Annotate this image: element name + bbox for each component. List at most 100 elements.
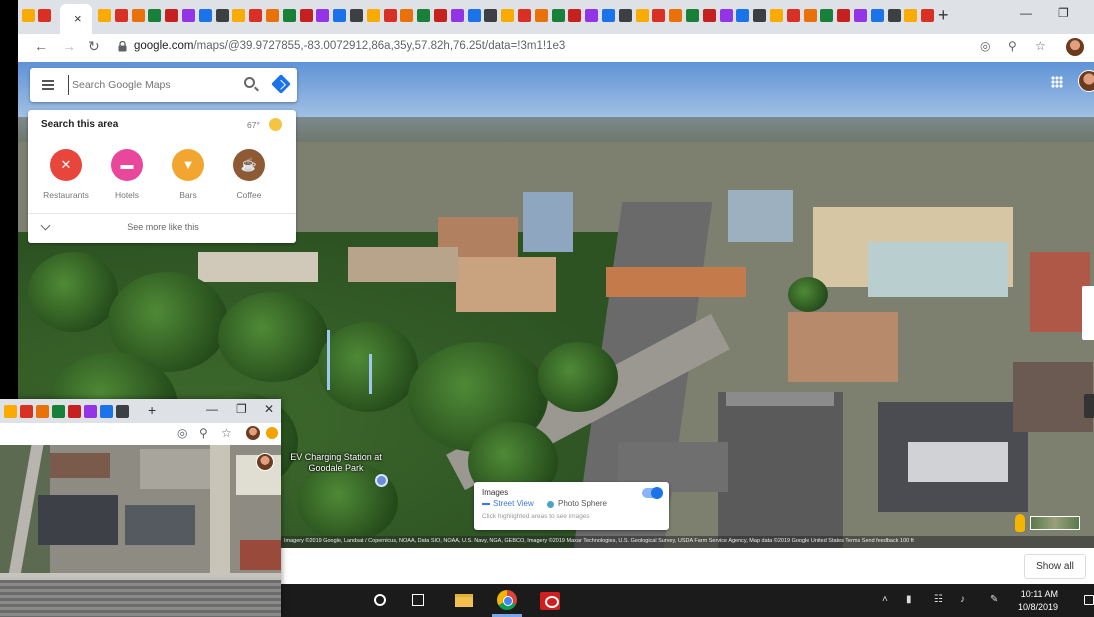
tab-favicon-icon[interactable] [870, 9, 884, 22]
taskbar-clock[interactable]: 10:11 AM 10/8/2019 [1018, 588, 1058, 614]
tab-favicon-icon[interactable] [299, 9, 313, 22]
tab-favicon-icon[interactable] [702, 9, 716, 22]
tab-favicon-icon[interactable] [148, 9, 162, 22]
street-view-marker[interactable] [369, 354, 372, 394]
search-icon[interactable] [244, 77, 255, 88]
tab-favicon-icon[interactable] [68, 405, 81, 418]
see-more-link[interactable]: See more like this [88, 222, 238, 232]
file-explorer-icon[interactable] [455, 594, 473, 607]
search-input[interactable] [68, 75, 218, 95]
tab-favicon-icon[interactable] [131, 9, 145, 22]
tab-favicon-icon[interactable] [249, 9, 263, 22]
tab-favicon-icon[interactable] [434, 9, 447, 22]
tab-favicon-icon[interactable] [467, 9, 481, 22]
tab-favicon-icon[interactable] [837, 9, 851, 22]
tab-active[interactable]: × [60, 4, 92, 34]
maximize-icon[interactable]: ❐ [1058, 6, 1069, 20]
minimize-icon[interactable]: — [206, 402, 218, 416]
tab-close-icon[interactable]: × [74, 11, 82, 26]
tab-favicon-icon[interactable] [215, 9, 229, 22]
account-avatar[interactable] [256, 453, 274, 471]
minimize-icon[interactable]: — [1020, 6, 1032, 20]
chevron-up-icon[interactable]: ˄ [882, 594, 888, 605]
battery-icon[interactable]: ▮ [906, 594, 912, 605]
tab-favicon-icon[interactable] [98, 9, 111, 22]
tab-favicon-icon[interactable] [100, 405, 113, 418]
new-tab-button[interactable]: + [938, 5, 949, 26]
place-label[interactable]: EV Charging Station at Goodale Park [286, 452, 386, 474]
tab-favicon-icon[interactable] [417, 9, 431, 22]
place-pin-icon[interactable] [375, 474, 388, 487]
category-restaurants[interactable]: ✕ Restaurants [36, 149, 96, 200]
tab-favicon-icon[interactable] [635, 9, 649, 22]
tab-favicon-icon[interactable] [686, 9, 699, 22]
secondary-map-view[interactable] [0, 445, 281, 617]
tab-favicon-icon[interactable] [383, 9, 397, 22]
tab-favicon-icon[interactable] [921, 9, 935, 22]
chevron-down-icon[interactable] [40, 220, 51, 231]
tab-favicon-icon[interactable] [753, 9, 767, 22]
tab-favicon-icon[interactable] [333, 9, 347, 22]
tab-favicon-icon[interactable] [232, 9, 246, 22]
images-toggle[interactable] [642, 487, 663, 499]
tab-favicon-icon[interactable] [282, 9, 296, 22]
pegman-icon[interactable] [1015, 514, 1025, 532]
tab-favicon-icon[interactable] [266, 9, 279, 22]
tab-favicon-icon[interactable] [450, 9, 464, 22]
location-target-icon[interactable]: ◎ [177, 426, 187, 440]
tab-favicon-icon[interactable] [602, 9, 615, 22]
tab-favicon-icon[interactable] [400, 9, 414, 22]
tab-favicon-icon[interactable] [719, 9, 733, 22]
back-icon[interactable]: ← [34, 38, 48, 54]
url-field[interactable]: google.com/maps/@39.9727855,-83.0072912,… [112, 36, 992, 60]
tab-favicon-icon[interactable] [116, 405, 129, 418]
new-tab-button[interactable]: + [148, 402, 156, 418]
bookmark-star-icon[interactable]: ☆ [1035, 39, 1046, 53]
forward-icon[interactable]: → [62, 38, 76, 54]
apps-grid-icon[interactable] [1051, 76, 1063, 88]
browser-profile-avatar[interactable] [1066, 38, 1084, 56]
tab-favicon-icon[interactable] [20, 405, 33, 418]
zoom-icon[interactable]: ⚲ [199, 426, 208, 440]
pen-icon[interactable]: ✎ [990, 594, 998, 605]
tab-favicon-icon[interactable] [350, 9, 363, 22]
tab-favicon-icon[interactable] [114, 9, 128, 22]
close-icon[interactable]: ✕ [264, 402, 274, 416]
layer-thumbnail[interactable] [1030, 516, 1080, 530]
tab-favicon-icon[interactable] [803, 9, 817, 22]
menu-icon[interactable] [42, 80, 54, 90]
tab-favicon-icon[interactable] [316, 9, 330, 22]
tab-favicon-icon[interactable] [551, 9, 565, 22]
tab-favicon-icon[interactable] [501, 9, 515, 22]
category-coffee[interactable]: ☕ Coffee [219, 149, 279, 200]
tab-favicon-icon[interactable] [182, 9, 195, 22]
network-icon[interactable]: ☷ [934, 594, 943, 605]
chrome-icon[interactable] [497, 590, 517, 610]
tab-favicon-icon[interactable] [820, 9, 834, 22]
zoom-icon[interactable]: ⚲ [1008, 39, 1017, 53]
account-avatar[interactable] [1078, 70, 1094, 92]
tab-favicon-icon[interactable] [568, 9, 582, 22]
tab-favicon-icon[interactable] [618, 9, 632, 22]
tab-favicon-icon[interactable] [165, 9, 179, 22]
location-target-icon[interactable]: ◎ [980, 39, 990, 53]
notification-icon[interactable] [1084, 595, 1094, 605]
directions-icon[interactable] [271, 74, 291, 94]
reload-icon[interactable]: ↻ [88, 38, 100, 55]
taskbar-search-icon[interactable] [374, 594, 386, 606]
update-icon[interactable] [266, 427, 278, 439]
tab-favicon-icon[interactable] [22, 9, 35, 22]
tilt-control[interactable] [1084, 394, 1094, 418]
task-view-icon[interactable] [412, 594, 424, 606]
tab-favicon-icon[interactable] [366, 9, 380, 22]
tab-favicon-icon[interactable] [84, 405, 97, 418]
browser-profile-avatar[interactable] [246, 426, 260, 440]
tab-favicon-icon[interactable] [652, 9, 666, 22]
tab-favicon-icon[interactable] [198, 9, 212, 22]
category-hotels[interactable]: ▬ Hotels [97, 149, 157, 200]
tab-favicon-icon[interactable] [786, 9, 800, 22]
street-view-marker[interactable] [327, 330, 330, 390]
bookmark-star-icon[interactable]: ☆ [221, 426, 232, 440]
tab-favicon-icon[interactable] [4, 405, 17, 418]
tab-favicon-icon[interactable] [52, 405, 65, 418]
